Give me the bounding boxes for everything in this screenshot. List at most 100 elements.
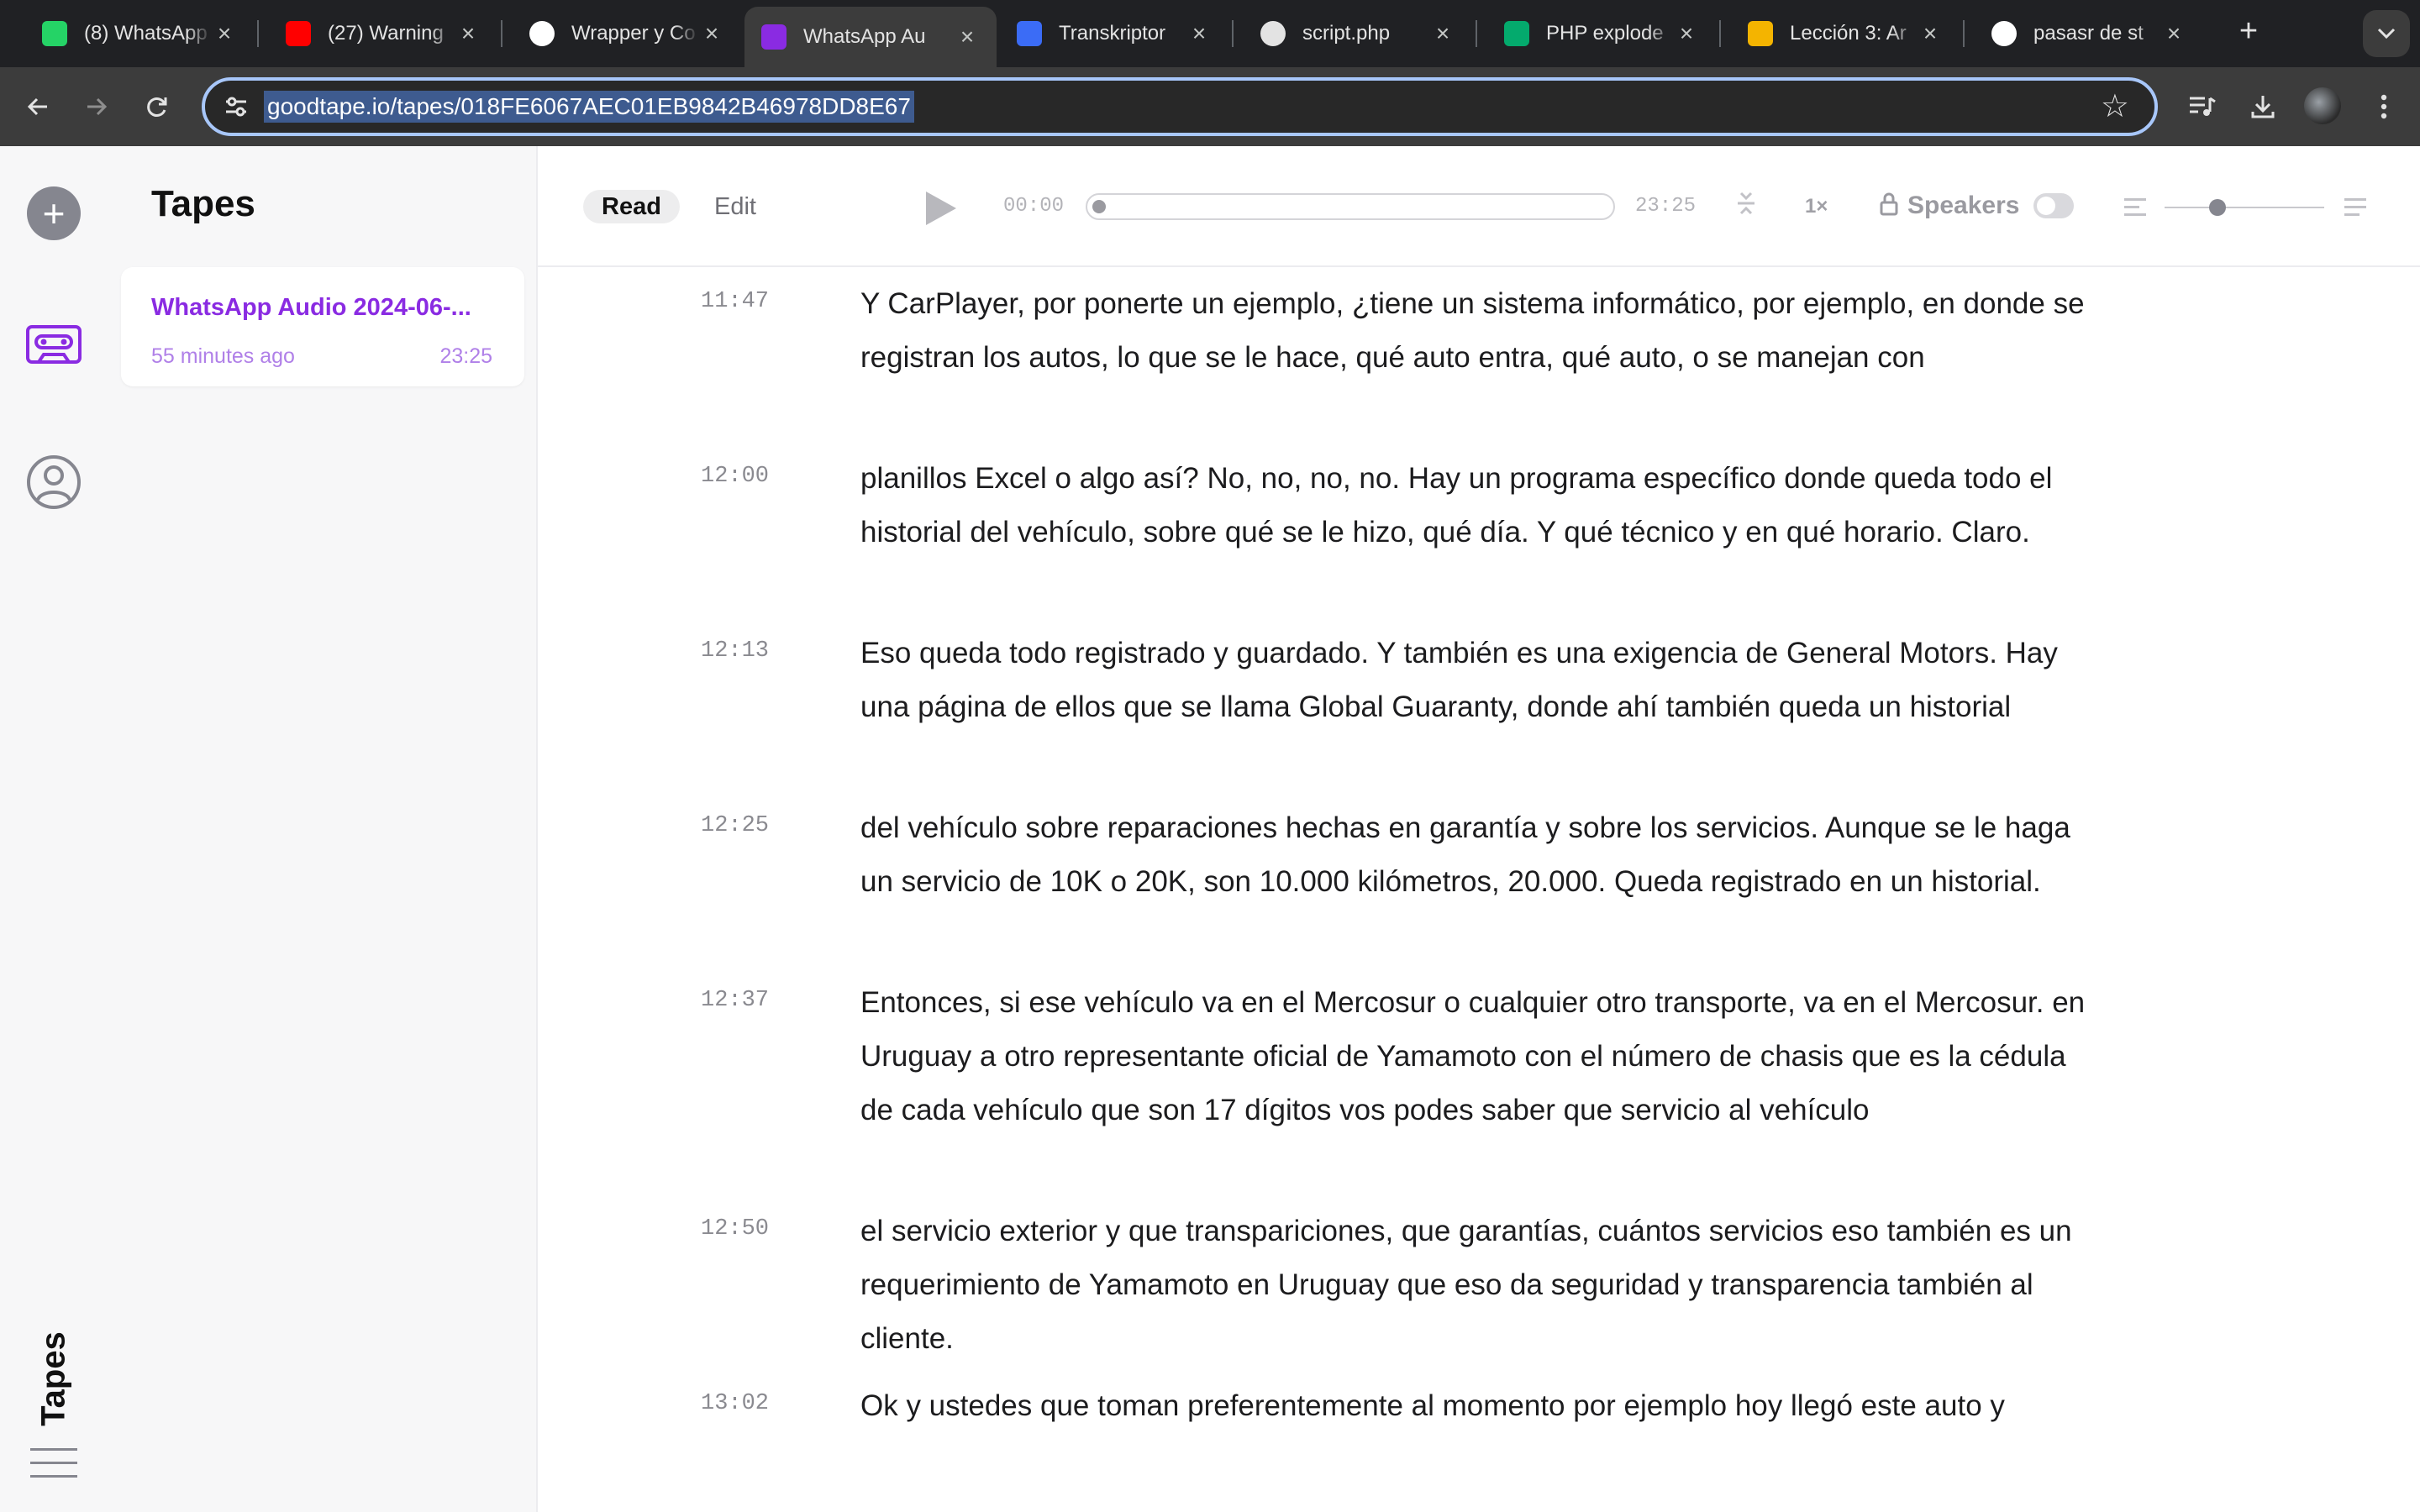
whatsapp-icon <box>42 21 67 46</box>
close-tab-icon[interactable]: × <box>955 24 980 50</box>
tape-duration: 23:25 <box>439 344 492 368</box>
text-size-slider[interactable] <box>2165 199 2324 216</box>
collapse-icon[interactable] <box>1734 190 1758 223</box>
tab-separator <box>257 20 259 47</box>
browser-tab[interactable]: PHP explode × <box>1487 7 1716 60</box>
segment-text[interactable]: el servicio exterior y que transparicion… <box>860 1205 2104 1366</box>
forward-button[interactable] <box>74 84 119 129</box>
speakers-label: Speakers <box>1907 192 2020 219</box>
tape-age: 55 minutes ago <box>151 344 295 368</box>
sidebar-title: Tapes <box>151 183 255 224</box>
current-time: 00:00 <box>1003 195 1065 218</box>
playback-speed-button[interactable]: 1× <box>1805 195 1828 218</box>
segment-timestamp[interactable]: 12:00 <box>701 464 769 489</box>
cassette-tape-icon[interactable] <box>25 324 82 369</box>
transkriptor-icon <box>1017 21 1042 46</box>
arrow-right-icon <box>87 97 108 116</box>
close-tab-icon[interactable]: × <box>212 20 237 47</box>
bookmark-star-icon[interactable]: ☆ <box>2101 87 2129 125</box>
segment-timestamp[interactable]: 12:25 <box>701 813 769 838</box>
download-icon[interactable] <box>2242 86 2284 128</box>
youtube-icon <box>286 21 311 46</box>
browser-tab[interactable]: (27) Warning × <box>269 7 497 60</box>
tapes-sidebar: Tapes WhatsApp Audio 2024-06-... 55 minu… <box>108 146 538 1512</box>
close-tab-icon[interactable]: × <box>1430 20 1455 47</box>
browser-tab[interactable]: Transkriptor × <box>1000 7 1228 60</box>
profile-avatar[interactable] <box>2304 87 2341 124</box>
close-tab-icon[interactable]: × <box>1674 20 1699 47</box>
media-controls-icon[interactable] <box>2181 86 2223 128</box>
tab-separator <box>1719 20 1721 47</box>
lock-icon <box>1879 192 1899 221</box>
segment-text[interactable]: Y CarPlayer, por ponerte un ejemplo, ¿ti… <box>860 277 2104 385</box>
browser-tab-title: (27) Warning <box>328 22 444 45</box>
browser-tab[interactable]: script.php × <box>1244 7 1472 60</box>
address-bar[interactable]: goodtape.io/tapes/018FE6067AEC01EB9842B4… <box>202 77 2158 136</box>
hamburger-menu-icon[interactable] <box>30 1448 77 1488</box>
close-tab-icon[interactable]: × <box>1186 20 1212 47</box>
tape-list-item[interactable]: WhatsApp Audio 2024-06-... 55 minutes ag… <box>121 267 524 386</box>
browser-tab[interactable]: Wrapper y Co × <box>513 7 741 60</box>
code-icon <box>1748 21 1773 46</box>
browser-tab[interactable]: WhatsApp Au × <box>744 7 997 67</box>
browser-tab-title: script.php <box>1302 22 1391 45</box>
total-duration: 23:25 <box>1635 195 1697 218</box>
segment-text[interactable]: del vehículo sobre reparaciones hechas e… <box>860 801 2104 909</box>
segment-text[interactable]: planillos Excel o algo así? No, no, no, … <box>860 452 2104 559</box>
reload-button[interactable] <box>134 84 180 129</box>
play-icon[interactable] <box>926 192 956 225</box>
segment-timestamp[interactable]: 12:13 <box>701 638 769 664</box>
tape-viewer: Read Edit 00:00 23:25 1× Speakers 11:47 Y… <box>538 146 2420 1512</box>
playback-scrubber[interactable] <box>1086 193 1615 220</box>
app-rail: + Tapes <box>0 146 108 1512</box>
tab-separator <box>1232 20 1234 47</box>
text-small-icon[interactable] <box>2124 198 2146 221</box>
arrow-left-icon <box>27 97 47 116</box>
edit-mode-tab[interactable]: Edit <box>696 190 775 223</box>
google-icon <box>1991 21 2017 46</box>
browser-tab-title: Wrapper y Co <box>571 22 696 45</box>
close-tab-icon[interactable]: × <box>455 20 481 47</box>
browser-toolbar: goodtape.io/tapes/018FE6067AEC01EB9842B4… <box>0 67 2420 146</box>
tab-separator <box>501 20 502 47</box>
user-account-icon[interactable] <box>25 454 82 515</box>
chatgpt-icon <box>529 21 555 46</box>
url-text[interactable]: goodtape.io/tapes/018FE6067AEC01EB9842B4… <box>264 91 914 123</box>
rail-section-text: Tapes <box>34 1331 72 1426</box>
w3schools-icon <box>1504 21 1529 46</box>
playback-handle[interactable] <box>1092 200 1106 213</box>
segment-timestamp[interactable]: 13:02 <box>701 1391 769 1416</box>
browser-tab[interactable]: (8) WhatsApp × <box>25 7 254 60</box>
segment-timestamp[interactable]: 12:50 <box>701 1216 769 1242</box>
read-mode-tab[interactable]: Read <box>583 190 680 223</box>
segment-text[interactable]: Ok y ustedes que toman preferentemente a… <box>860 1379 2104 1433</box>
close-tab-icon[interactable]: × <box>1918 20 1943 47</box>
rail-section-label: Tapes <box>32 1314 74 1448</box>
goodtape-icon <box>761 24 786 50</box>
segment-text[interactable]: Eso queda todo registrado y guardado. Y … <box>860 627 2104 734</box>
browser-tab[interactable]: pasasr de st × <box>1975 7 2203 60</box>
close-tab-icon[interactable]: × <box>699 20 724 47</box>
text-large-icon[interactable] <box>2344 198 2366 221</box>
close-tab-icon[interactable]: × <box>2161 20 2186 47</box>
segment-timestamp[interactable]: 11:47 <box>701 289 769 314</box>
browser-tab-title: PHP explode <box>1546 22 1664 45</box>
browser-tab[interactable]: Lección 3: Ar × <box>1731 7 1960 60</box>
tape-title: WhatsApp Audio 2024-06-... <box>151 294 471 321</box>
browser-tab-strip: (8) WhatsApp × (27) Warning × Wrapper y Co × W… <box>0 0 2420 67</box>
site-settings-icon[interactable] <box>220 91 252 123</box>
tab-separator <box>1476 20 1477 47</box>
segment-timestamp[interactable]: 12:37 <box>701 988 769 1013</box>
tab-search-button[interactable] <box>2363 10 2410 57</box>
player-toolbar: Read Edit 00:00 23:25 1× Speakers <box>538 146 2420 267</box>
back-button[interactable] <box>15 84 60 129</box>
text-size-handle[interactable] <box>2208 199 2226 216</box>
browser-tab-title: pasasr de st <box>2033 22 2144 45</box>
new-tab-button[interactable]: + <box>2228 13 2269 50</box>
speakers-toggle[interactable] <box>2033 193 2074 218</box>
new-tape-button[interactable]: + <box>27 186 81 240</box>
browser-menu-icon[interactable] <box>2363 86 2405 128</box>
browser-tab-title: (8) WhatsApp <box>84 22 208 45</box>
github-icon <box>1260 21 1286 46</box>
segment-text[interactable]: Entonces, si ese vehículo va en el Merco… <box>860 976 2104 1137</box>
